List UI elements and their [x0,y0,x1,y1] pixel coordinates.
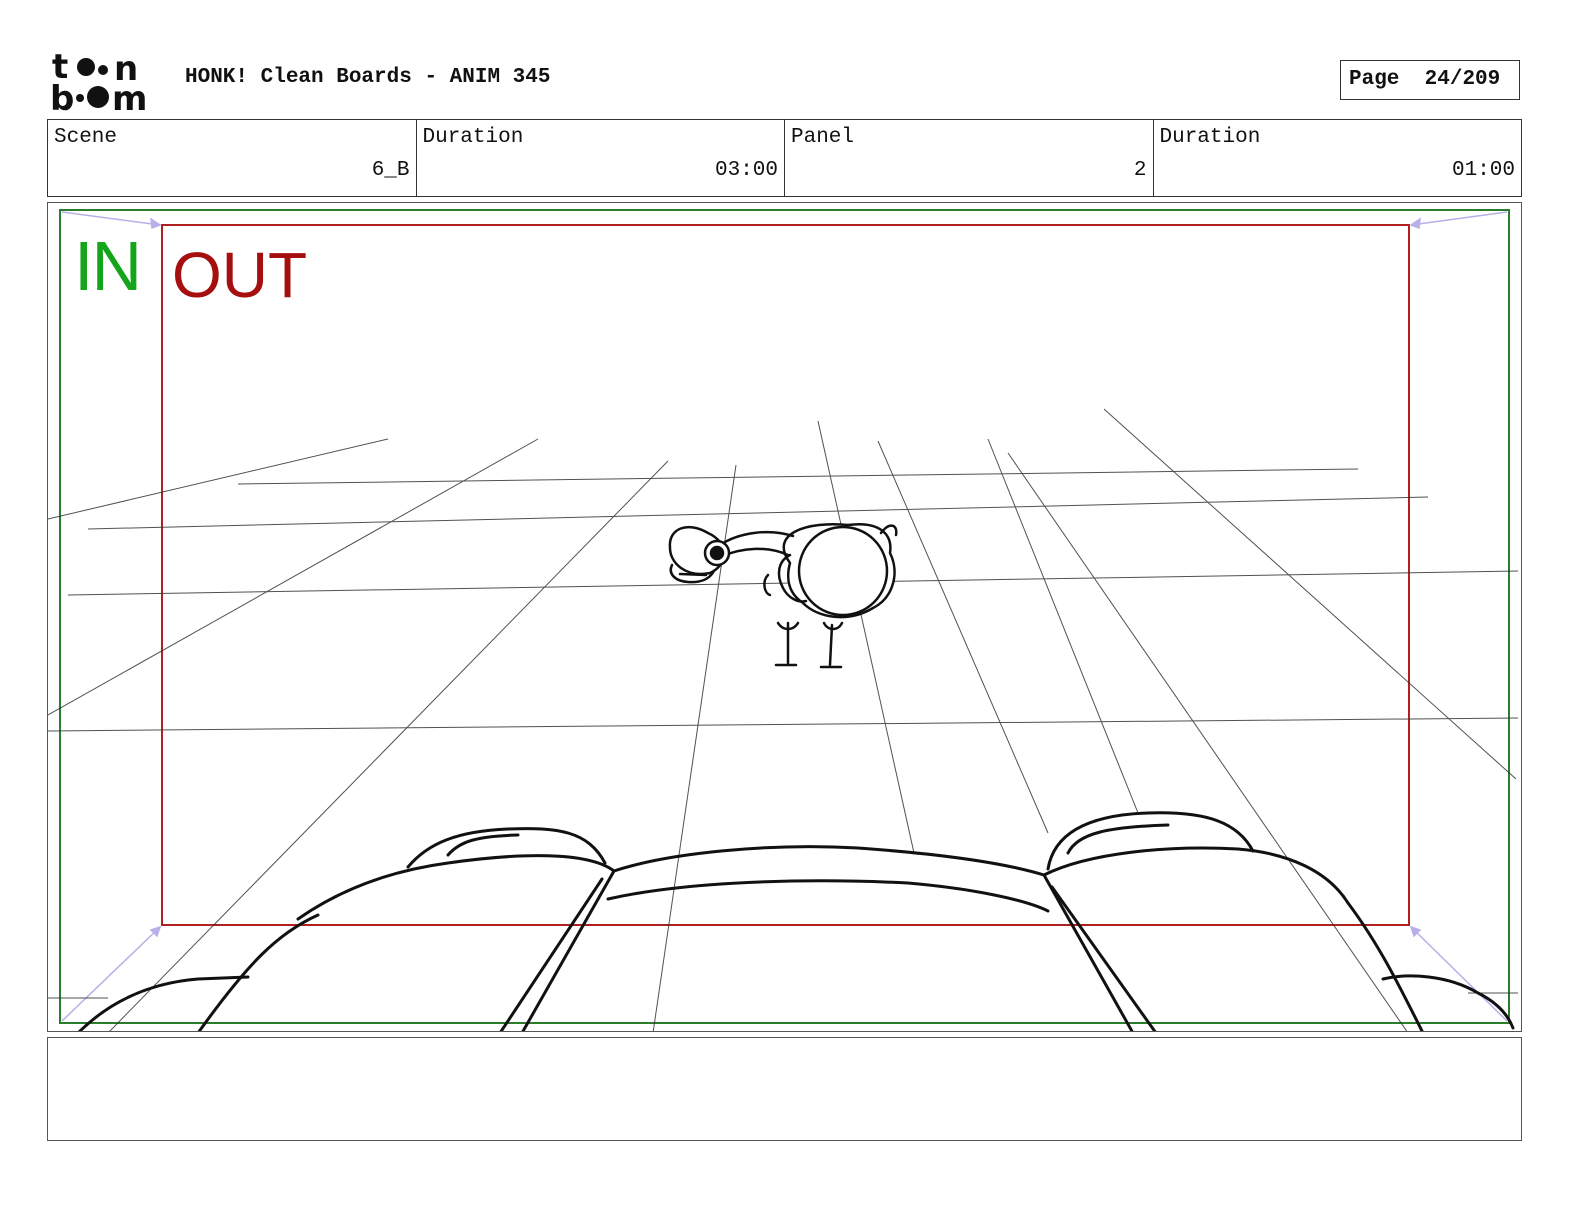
page-label: Page [1349,68,1400,91]
floor-grid [48,408,1519,1031]
car-hood-drawing [77,811,1515,1031]
panel-value: 2 [1133,159,1147,182]
scene-duration-cell: Duration 03:00 [417,120,785,196]
camera-in-label: IN [74,227,142,305]
scene-label: Scene [54,126,118,149]
toon-boom-logo: toon t n b m [50,50,147,114]
out-frame [161,224,1410,926]
panel-info-table: Scene 6_B Duration 03:00 Panel 2 Duratio… [47,119,1522,197]
scene-duration-value: 03:00 [714,159,778,182]
camera-out-label: OUT [172,239,308,311]
panel-notes-box [47,1037,1522,1141]
panel-cell: Panel 2 [785,120,1154,196]
panel-duration-value: 01:00 [1451,159,1515,182]
scene-cell: Scene 6_B [48,120,417,196]
panel-duration-label: Duration [1159,126,1261,149]
goose-drawing [668,522,898,669]
storyboard-panel: IN OUT [47,202,1522,1032]
page-indicator: Page 24/209 [1340,60,1520,100]
panel-drawing [48,209,1519,1031]
camera-move-arrows [61,211,1508,1022]
svg-text:b: b [50,79,74,114]
document-title: HONK! Clean Boards - ANIM 345 [185,66,551,89]
scene-duration-label: Duration [422,126,524,149]
panel-duration-cell: Duration 01:00 [1154,120,1522,196]
scene-value: 6_B [371,159,410,182]
panel-label: Panel [791,126,855,149]
in-frame [59,209,1510,1024]
svg-text:m: m [112,79,147,114]
page-number: 24/209 [1424,68,1501,91]
